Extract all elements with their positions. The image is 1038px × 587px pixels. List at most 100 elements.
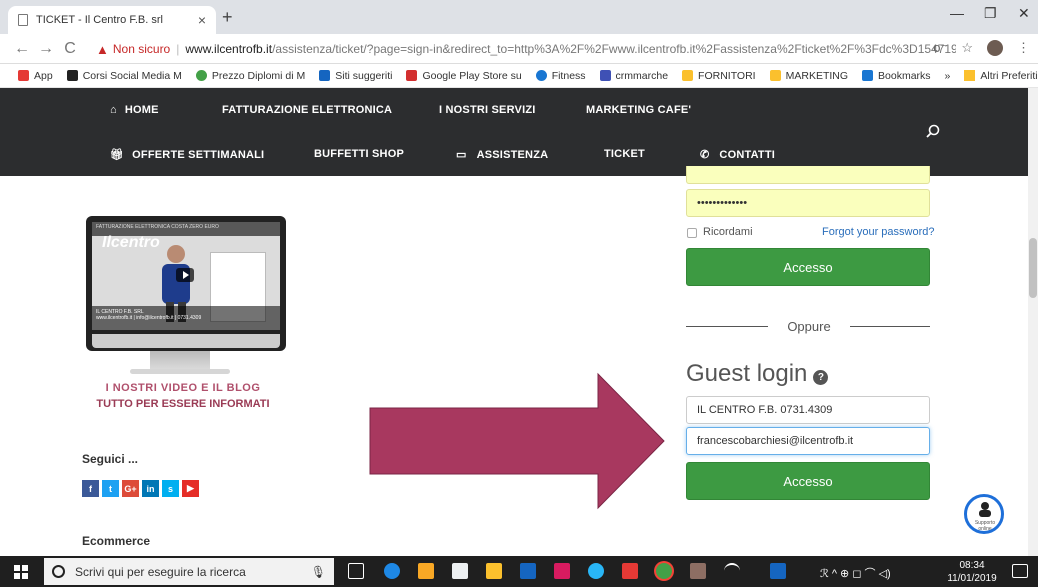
bookmark-item[interactable]: Corsi Social Media M xyxy=(66,70,182,82)
bookmark-star-icon[interactable]: ☆ xyxy=(961,40,973,56)
password-field[interactable]: ••••••••••••• xyxy=(686,189,930,217)
site-navigation: ⌂ HOME FATTURAZIONE ELETTRONICA I NOSTRI … xyxy=(0,88,1038,176)
browser-menu-icon[interactable]: ⋮ xyxy=(1017,40,1030,56)
tab-close-icon[interactable]: × xyxy=(198,12,206,28)
social-links: f t G+ in s ▶ xyxy=(82,480,199,497)
not-secure-label[interactable]: Non sicuro xyxy=(113,42,170,56)
bookmark-icon xyxy=(195,70,207,81)
social-icon[interactable]: G+ xyxy=(122,480,139,497)
bookmark-item[interactable]: App xyxy=(18,70,53,82)
wifi-icon[interactable] xyxy=(724,563,740,579)
bookmark-item[interactable]: FORNITORI xyxy=(682,70,756,82)
nav-home[interactable]: ⌂ HOME xyxy=(110,104,159,116)
nav-assistenza-label: ASSISTENZA xyxy=(476,149,549,161)
bookmark-item[interactable]: Bookmarks xyxy=(862,70,931,82)
bookmark-item[interactable]: Fitness xyxy=(535,69,586,82)
nav-marketing-cafe[interactable]: MARKETING CAFE' xyxy=(586,104,691,116)
back-button[interactable]: ← xyxy=(10,40,34,58)
forgot-password-link[interactable]: Forgot your password? xyxy=(822,226,935,238)
bookmarks-overflow-button[interactable]: » xyxy=(945,70,951,82)
video-section-title[interactable]: I NOSTRI VIDEO E IL BLOG xyxy=(40,382,326,394)
video-section-subtitle[interactable]: TUTTO PER ESSERE INFORMATI xyxy=(40,398,326,410)
social-icon[interactable]: f xyxy=(82,480,99,497)
social-icon[interactable]: ▶ xyxy=(182,480,199,497)
support-chat-button[interactable]: Supporto online xyxy=(962,492,1014,536)
app-icon[interactable] xyxy=(554,563,570,579)
nav-contatti[interactable]: ✆ CONTATTI xyxy=(700,148,775,161)
nav-buffetti-shop[interactable]: BUFFETTI SHOP xyxy=(314,148,404,160)
other-bookmarks-folder[interactable]: Altri Preferiti xyxy=(964,70,1038,82)
word-icon[interactable] xyxy=(770,563,786,579)
bookmark-item[interactable]: Prezzo Diplomi di M xyxy=(195,70,305,82)
warning-icon: ▲ xyxy=(96,41,109,57)
social-icon[interactable]: in xyxy=(142,480,159,497)
app-icon-4[interactable] xyxy=(690,563,706,579)
guest-login-title: Guest login xyxy=(686,360,808,387)
edge-icon[interactable] xyxy=(384,563,400,579)
video-screen[interactable]: FATTURAZIONE ELETTRONICA COSTA ZERO EURO… xyxy=(92,222,280,330)
forward-button[interactable]: → xyxy=(34,40,58,58)
divider-right xyxy=(850,326,930,327)
page-scrollbar[interactable] xyxy=(1028,88,1038,556)
profile-avatar[interactable] xyxy=(987,40,1003,56)
nav-assistenza[interactable]: ▭ ASSISTENZA xyxy=(456,148,548,161)
mail-icon[interactable] xyxy=(452,563,468,579)
bookmark-item[interactable]: MARKETING xyxy=(769,70,848,82)
annotation-arrow-icon xyxy=(369,372,665,510)
reload-button[interactable]: C xyxy=(58,40,82,58)
nav-ticket[interactable]: TICKET xyxy=(604,148,645,160)
bookmark-icon xyxy=(319,70,331,81)
username-field[interactable] xyxy=(686,166,930,184)
url-separator: | xyxy=(176,42,180,56)
windows-start-icon[interactable] xyxy=(14,565,28,579)
remember-checkbox[interactable] xyxy=(687,228,697,238)
taskbar-search-input[interactable]: Scrivi qui per eseguire la ricerca 🎙︎ xyxy=(44,558,334,585)
guest-name-field[interactable]: IL CENTRO F.B. 0731.4309 xyxy=(686,396,930,424)
url-input[interactable]: ▲ Non sicuro | www.ilcentrofb.it /assist… xyxy=(96,38,956,60)
scrollbar-thumb[interactable] xyxy=(1029,238,1037,298)
task-view-icon[interactable] xyxy=(348,563,364,579)
nav-servizi[interactable]: I NOSTRI SERVIZI xyxy=(439,104,536,116)
social-icon[interactable]: s xyxy=(162,480,179,497)
follow-us-heading: Seguici ... xyxy=(82,452,139,466)
nav-offerte[interactable]: 🎁︎ OFFERTE SETTIMANALI xyxy=(110,148,264,161)
guest-login-button[interactable]: Accesso xyxy=(686,462,930,500)
social-icon[interactable]: t xyxy=(102,480,119,497)
support-chat-label: Supporto online xyxy=(974,520,996,532)
bookmark-item[interactable]: crmmarche xyxy=(599,70,668,82)
video-monitor[interactable]: FATTURAZIONE ELETTRONICA COSTA ZERO EURO… xyxy=(86,216,286,351)
gift-icon: 🎁︎ xyxy=(110,149,125,161)
maximize-button[interactable]: ❐ xyxy=(984,5,997,22)
bookmark-icon xyxy=(535,70,547,81)
monitor-stand xyxy=(150,351,210,371)
support-agent-icon xyxy=(979,502,991,517)
bookmarks-bar: App Corsi Social Media M Prezzo Diplomi di… xyxy=(0,64,1038,88)
minimize-button[interactable]: — xyxy=(950,5,964,21)
bookmark-icon xyxy=(406,70,418,81)
nav-fatturazione[interactable]: FATTURAZIONE ELETTRONICA xyxy=(222,104,392,116)
login-submit-button[interactable]: Accesso xyxy=(686,248,930,286)
file-explorer-icon[interactable] xyxy=(418,563,434,579)
guest-email-field[interactable]: francescobarchiesi@ilcentrofb.it xyxy=(686,427,930,455)
browser-tab[interactable]: TICKET - Il Centro F.B. srl × xyxy=(8,6,216,34)
close-window-button[interactable]: ✕ xyxy=(1018,5,1030,22)
new-tab-button[interactable]: + xyxy=(222,7,233,28)
chrome-icon[interactable] xyxy=(656,563,672,579)
help-icon[interactable]: ? xyxy=(813,369,829,385)
bookmark-label: Fitness xyxy=(551,69,586,82)
store-icon[interactable] xyxy=(486,563,502,579)
bookmark-item[interactable]: Google Play Store su xyxy=(406,69,522,82)
key-icon[interactable]: o⁻ xyxy=(933,40,947,56)
bookmark-item[interactable]: Siti suggeriti xyxy=(319,70,392,82)
system-tray-icons[interactable]: ℛ ^ ⊕ ◻ ⌒ ◁) xyxy=(820,565,891,581)
bookmark-label: Google Play Store su xyxy=(422,69,522,82)
outlook-icon[interactable] xyxy=(520,563,536,579)
app-icon-2[interactable] xyxy=(588,563,604,579)
notification-icon[interactable] xyxy=(1012,564,1028,578)
remember-label[interactable]: Ricordami xyxy=(703,226,753,238)
play-icon[interactable] xyxy=(176,268,194,282)
app-icon-3[interactable] xyxy=(622,563,638,579)
search-icon[interactable] xyxy=(926,124,940,138)
taskbar-clock[interactable]: 08:34 11/01/2019 xyxy=(944,559,1000,585)
microphone-icon[interactable]: 🎙︎ xyxy=(311,565,326,579)
